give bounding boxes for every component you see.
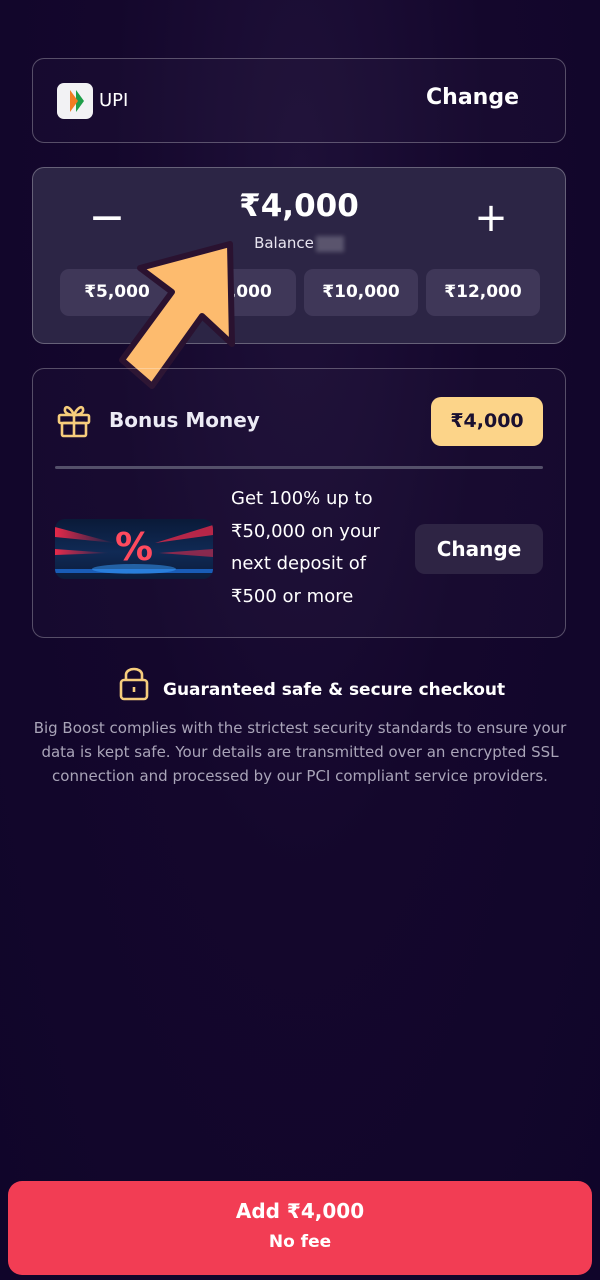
balance-value-redacted bbox=[315, 235, 344, 252]
change-bonus-button[interactable]: Change bbox=[415, 524, 543, 574]
payment-method-card: UPI Change bbox=[32, 58, 566, 143]
secure-checkout-title: Guaranteed safe & secure checkout bbox=[163, 680, 506, 700]
divider bbox=[55, 466, 543, 469]
promo-banner-image: % bbox=[55, 519, 213, 579]
payment-method-label: UPI bbox=[99, 90, 129, 111]
preset-amount-button[interactable]: ₹10,000 bbox=[304, 269, 418, 316]
add-money-button-label: Add ₹4,000 bbox=[235, 1199, 365, 1223]
bonus-money-title: Bonus Money bbox=[109, 408, 260, 432]
bonus-amount-badge: ₹4,000 bbox=[431, 397, 543, 446]
change-payment-button[interactable]: Change bbox=[426, 85, 519, 110]
add-money-button[interactable]: Add ₹4,000 No fee bbox=[8, 1181, 592, 1275]
lock-icon bbox=[119, 667, 149, 701]
secure-checkout-description: Big Boost complies with the strictest se… bbox=[33, 719, 567, 785]
upi-logo-icon bbox=[57, 83, 93, 119]
fee-label: No fee bbox=[268, 1232, 332, 1252]
promo-description: Get 100% up to ₹50,000 on your next depo… bbox=[231, 488, 380, 607]
gift-icon bbox=[57, 405, 91, 438]
promo-banner-percent-glyph: % bbox=[114, 525, 154, 569]
bonus-money-card: Bonus Money ₹4,000 % Get 100% up to ₹50,… bbox=[32, 368, 566, 638]
balance-label: Balance bbox=[254, 234, 314, 252]
preset-amount-button[interactable]: ₹12,000 bbox=[426, 269, 540, 316]
